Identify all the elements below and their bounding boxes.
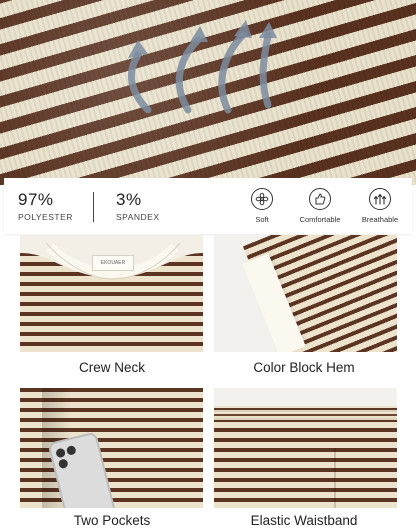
spec-divider: [93, 192, 94, 222]
camera-lens-icon: [55, 447, 67, 459]
neckline-trim: [20, 235, 203, 280]
wind-arrows-icon: [369, 188, 391, 210]
spec-value: 3%: [116, 190, 142, 209]
brand-tag: EKOUAER: [92, 255, 134, 271]
flower-icon: [251, 188, 273, 210]
waistband: [214, 406, 397, 420]
crew-neck-image: EKOUAER: [20, 235, 203, 352]
caption-crew-neck: Crew Neck: [78, 360, 145, 375]
camera-lens-icon: [57, 458, 69, 470]
breathable-arrows-icon: [127, 20, 277, 114]
caption-color-block-hem: Color Block Hem: [253, 360, 355, 375]
shorts-fabric: [214, 406, 397, 508]
camera-lens-icon: [65, 444, 77, 456]
hero-fabric-image: [0, 0, 416, 185]
feature-soft: Soft: [236, 188, 288, 224]
spec-polyester: 97% POLYESTER: [18, 190, 73, 222]
feature-label: Breathable: [361, 215, 399, 224]
hand-thumbs-up-icon: [309, 188, 331, 210]
spec-spandex: 3% SPANDEX: [116, 190, 160, 222]
caption-elastic-waistband: Elastic Waistband: [250, 513, 358, 528]
spec-label: SPANDEX: [116, 212, 160, 222]
caption-two-pockets: Two Pockets: [73, 513, 151, 528]
fabric-spec-bar: 97% POLYESTER 3% SPANDEX Soft Comfortabl…: [4, 178, 412, 234]
spec-value: 97%: [18, 190, 54, 209]
feature-breathable: Breathable: [354, 188, 406, 224]
spec-label: POLYESTER: [18, 212, 73, 222]
two-pockets-image: [20, 388, 203, 508]
feature-comfortable: Comfortable: [294, 188, 346, 224]
side-seam: [334, 448, 336, 508]
feature-label: Comfortable: [299, 215, 341, 224]
elastic-waistband-image: [214, 388, 397, 508]
feature-label: Soft: [255, 215, 269, 224]
color-block-hem-image: [214, 235, 397, 352]
